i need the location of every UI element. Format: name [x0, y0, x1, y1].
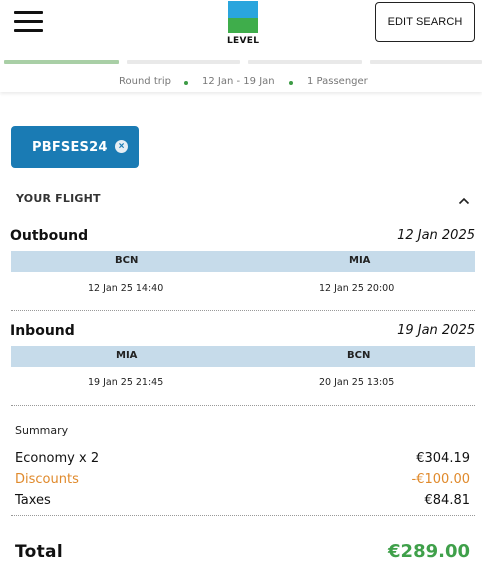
summary-row-value: -€100.00	[411, 472, 470, 487]
inbound-airports: MIA BCN	[11, 346, 475, 367]
trip-type: Round trip	[119, 76, 171, 87]
logo-text: LEVEL	[227, 36, 260, 46]
logo-blue-block	[228, 1, 258, 18]
progress-step-4	[370, 60, 482, 64]
summary-row-value: €84.81	[424, 493, 471, 508]
total-value: €289.00	[388, 541, 470, 562]
chevron-up-icon[interactable]	[458, 196, 470, 206]
divider	[11, 405, 475, 406]
trip-dates: 12 Jan - 19 Jan	[202, 76, 275, 87]
divider	[11, 515, 475, 516]
header: LEVEL EDIT SEARCH Round trip 12 Jan - 19…	[0, 0, 482, 92]
trip-passengers: 1 Passenger	[307, 76, 368, 87]
inbound-date: 19 Jan 2025	[397, 323, 475, 338]
summary-row-economy: Economy x 2 €304.19	[15, 451, 470, 467]
summary-row-label: Taxes	[15, 493, 51, 508]
inbound-origin: MIA	[116, 350, 138, 361]
outbound-destination: MIA	[349, 255, 371, 266]
hamburger-icon[interactable]	[14, 8, 44, 36]
inbound-depart-time: 19 Jan 25 21:45	[88, 377, 164, 388]
promo-code-chip[interactable]: PBFSES24 ×	[11, 126, 139, 168]
divider	[11, 310, 475, 311]
progress-step-1	[4, 60, 119, 64]
inbound-label: Inbound	[10, 323, 75, 339]
separator-dot	[184, 81, 188, 85]
your-flight-heading: YOUR FLIGHT	[16, 192, 101, 205]
outbound-arrive-time: 12 Jan 25 20:00	[319, 283, 395, 294]
progress-step-2	[127, 60, 240, 64]
outbound-times: 12 Jan 25 14:40 12 Jan 25 20:00	[11, 283, 475, 297]
level-logo[interactable]: LEVEL	[227, 1, 259, 46]
summary-title: Summary	[15, 424, 69, 437]
promo-code-label: PBFSES24	[32, 139, 108, 155]
separator-dot	[289, 81, 293, 85]
edit-search-button[interactable]: EDIT SEARCH	[375, 2, 475, 42]
outbound-date: 12 Jan 2025	[397, 228, 475, 243]
summary-row-discounts: Discounts -€100.00	[15, 472, 470, 488]
close-circle-icon[interactable]: ×	[115, 140, 128, 153]
logo-green-block	[228, 18, 258, 33]
summary-row-label: Discounts	[15, 472, 79, 487]
inbound-destination: BCN	[347, 350, 371, 361]
summary-row-value: €304.19	[416, 451, 470, 466]
outbound-depart-time: 12 Jan 25 14:40	[88, 283, 164, 294]
outbound-label: Outbound	[10, 228, 89, 244]
trip-info: Round trip 12 Jan - 19 Jan 1 Passenger	[0, 76, 482, 90]
outbound-airports: BCN MIA	[11, 251, 475, 272]
summary-row-label: Economy x 2	[15, 451, 100, 466]
total-label: Total	[15, 542, 63, 562]
progress-step-3	[248, 60, 362, 64]
outbound-origin: BCN	[115, 255, 139, 266]
summary-row-taxes: Taxes €84.81	[15, 493, 470, 509]
inbound-times: 19 Jan 25 21:45 20 Jan 25 13:05	[11, 377, 475, 391]
inbound-arrive-time: 20 Jan 25 13:05	[319, 377, 395, 388]
